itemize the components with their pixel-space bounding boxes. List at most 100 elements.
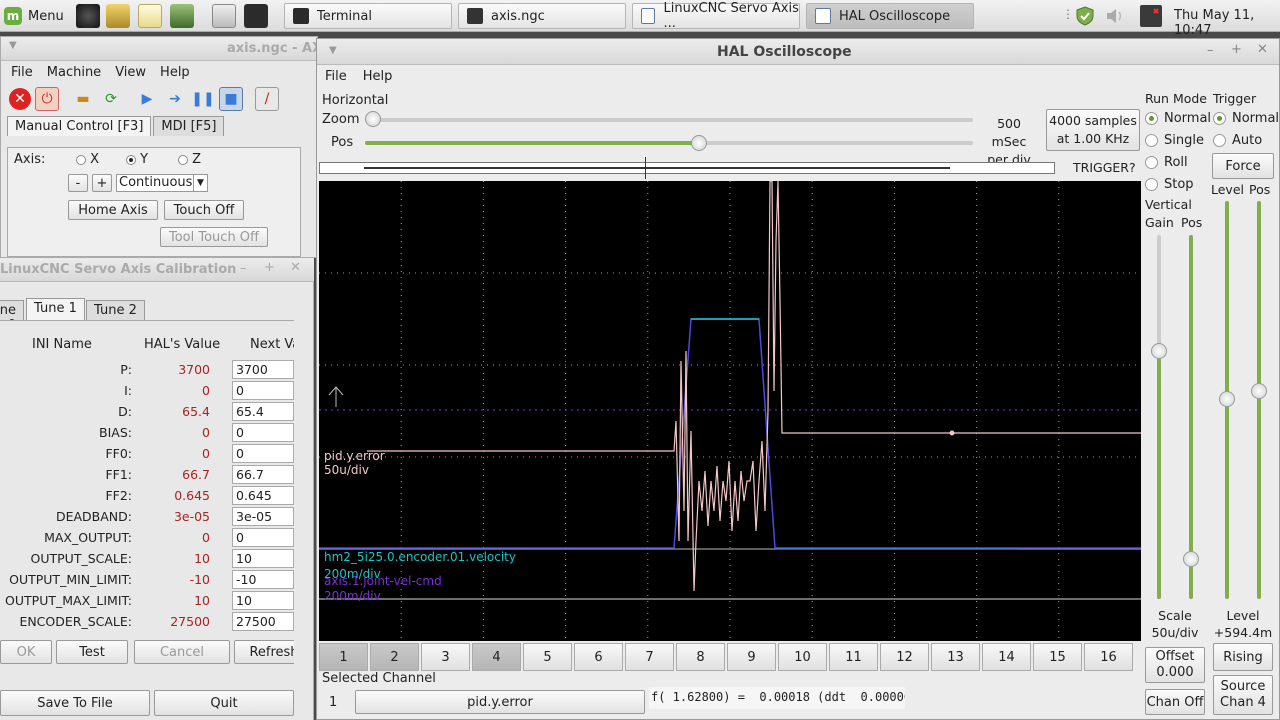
tab-tune-0[interactable]: Tune 0 xyxy=(0,300,24,320)
clock[interactable]: Thu May 11, 10:47 xyxy=(1174,8,1280,38)
task-terminal[interactable]: Terminal xyxy=(284,3,452,29)
channel-button-13[interactable]: 13 xyxy=(931,643,980,671)
next-value-input[interactable]: 27500 xyxy=(232,612,294,631)
next-value-input[interactable]: 0 xyxy=(232,528,294,547)
task-hal-oscilloscope[interactable]: HAL Oscilloscope xyxy=(806,3,974,29)
next-value-input[interactable]: 10 xyxy=(232,549,294,568)
task-axis[interactable]: axis.ngc xyxy=(458,3,626,29)
menu-help[interactable]: Help xyxy=(363,69,393,84)
quit-button[interactable]: Quit xyxy=(154,690,294,716)
touch-off-button[interactable]: Touch Off xyxy=(164,200,244,220)
trigger-pos-slider[interactable] xyxy=(1251,201,1267,599)
channel-button-16[interactable]: 16 xyxy=(1084,643,1133,671)
channel-button-11[interactable]: 11 xyxy=(829,643,878,671)
run-mode-normal[interactable]: Normal xyxy=(1145,111,1211,126)
ok-button[interactable]: OK xyxy=(0,640,52,664)
terminal-launcher-icon[interactable] xyxy=(244,4,268,28)
channel-button-8[interactable]: 8 xyxy=(676,643,725,671)
zoom-slider-handle[interactable] xyxy=(365,111,381,127)
vertical-pos-slider[interactable] xyxy=(1183,235,1199,599)
scope-plot[interactable]: pid.y.error 50u/div hm2_5i25.0.encoder.0… xyxy=(319,181,1141,641)
menu-view[interactable]: View xyxy=(115,65,146,80)
volume-icon[interactable] xyxy=(1104,5,1126,27)
text-editor-launcher-icon[interactable] xyxy=(138,4,162,28)
refresh-button[interactable]: Refresh xyxy=(234,640,294,664)
channel-button-3[interactable]: 3 xyxy=(421,643,470,671)
menu-machine[interactable]: Machine xyxy=(47,65,101,80)
next-value-input[interactable]: 0 xyxy=(232,423,294,442)
window-menu-icon[interactable]: ▼ xyxy=(329,45,337,56)
offset-button[interactable]: Offset 0.000 xyxy=(1145,647,1205,683)
channel-button-12[interactable]: 12 xyxy=(880,643,929,671)
step-icon[interactable]: ➔ xyxy=(163,87,187,111)
next-value-input[interactable]: 10 xyxy=(232,591,294,610)
zoom-slider[interactable] xyxy=(365,111,973,127)
next-value-input[interactable]: 66.7 xyxy=(232,465,294,484)
menu-help[interactable]: Help xyxy=(160,65,190,80)
next-value-input[interactable]: 3700 xyxy=(232,360,294,379)
selected-channel-name-button[interactable]: pid.y.error xyxy=(355,690,645,714)
run-mode-stop[interactable]: Stop xyxy=(1145,177,1194,192)
channel-button-15[interactable]: 15 xyxy=(1033,643,1082,671)
axis-titlebar[interactable]: ▼ axis.ngc - AXIS xyxy=(1,37,336,61)
calibration-titlebar[interactable]: LinuxCNC Servo Axis Calibration – + ✕ xyxy=(0,258,314,282)
minimize-icon[interactable]: – xyxy=(240,261,247,276)
tray-overflow-icon[interactable]: ⋮ xyxy=(1062,7,1074,21)
cancel-button[interactable]: Cancel xyxy=(134,640,230,664)
chan-off-button[interactable]: Chan Off xyxy=(1145,689,1205,715)
pos-slider-handle[interactable] xyxy=(1183,551,1199,567)
jog-mode-select[interactable]: Continuous ▼ xyxy=(116,174,208,192)
samples-button[interactable]: 4000 samples at 1.00 KHz xyxy=(1046,109,1140,151)
machine-power-icon[interactable]: ⏻ xyxy=(35,87,59,111)
tab-mdi[interactable]: MDI [F5] xyxy=(153,116,225,136)
axis-radio-x[interactable]: X xyxy=(76,152,99,167)
vertical-gain-slider[interactable] xyxy=(1151,235,1167,599)
close-icon[interactable]: ✕ xyxy=(290,260,301,275)
tab-tune-2[interactable]: Tune 2 xyxy=(86,300,145,320)
axis-radio-y[interactable]: Y xyxy=(126,152,148,167)
close-icon[interactable]: ✕ xyxy=(1257,42,1268,57)
minimize-icon[interactable]: – xyxy=(1207,43,1214,58)
test-button[interactable]: Test xyxy=(56,640,128,664)
open-file-icon[interactable]: ▬ xyxy=(71,87,95,111)
save-to-file-button[interactable]: Save To File xyxy=(0,690,150,716)
run-mode-roll[interactable]: Roll xyxy=(1145,155,1188,170)
estop-icon[interactable]: ✕ xyxy=(9,88,31,110)
record-position-bar[interactable] xyxy=(319,157,1055,179)
run-icon[interactable]: ▶ xyxy=(135,87,159,111)
next-value-input[interactable]: 0 xyxy=(232,381,294,400)
jog-minus-button[interactable]: - xyxy=(68,174,88,192)
level-slider-handle[interactable] xyxy=(1219,391,1235,407)
channel-button-1[interactable]: 1 xyxy=(319,643,368,671)
channel-button-14[interactable]: 14 xyxy=(982,643,1031,671)
camera-launcher-icon[interactable] xyxy=(76,4,100,28)
channel-button-2[interactable]: 2 xyxy=(370,643,419,671)
files-launcher-icon[interactable] xyxy=(212,4,236,28)
gimp-launcher-icon[interactable] xyxy=(106,4,130,28)
channel-button-4[interactable]: 4 xyxy=(472,643,521,671)
pos-slider[interactable] xyxy=(365,135,973,151)
network-disconnected-icon[interactable] xyxy=(1140,5,1162,27)
next-value-input[interactable]: 3e-05 xyxy=(232,507,294,526)
channel-button-10[interactable]: 10 xyxy=(778,643,827,671)
trigger-normal[interactable]: Normal xyxy=(1213,111,1279,126)
menu-file[interactable]: File xyxy=(11,65,33,80)
pos-slider-handle[interactable] xyxy=(690,135,707,151)
trigger-auto[interactable]: Auto xyxy=(1213,133,1262,148)
force-trigger-button[interactable]: Force xyxy=(1212,153,1274,179)
task-servo-calibration[interactable]: LinuxCNC Servo Axis ... xyxy=(632,1,800,31)
maximize-icon[interactable]: + xyxy=(1231,42,1242,57)
rising-edge-button[interactable]: Rising xyxy=(1213,643,1273,671)
reload-icon[interactable]: ⟳ xyxy=(99,87,123,111)
channel-button-6[interactable]: 6 xyxy=(574,643,623,671)
jog-plus-button[interactable]: + xyxy=(92,174,112,192)
system-monitor-launcher-icon[interactable] xyxy=(170,4,194,28)
trigger-level-slider[interactable] xyxy=(1219,201,1235,599)
shield-update-icon[interactable] xyxy=(1074,5,1096,27)
axis-radio-z[interactable]: Z xyxy=(178,152,201,167)
next-value-input[interactable]: -10 xyxy=(232,570,294,589)
stop-icon[interactable]: ■ xyxy=(219,87,243,111)
pause-icon[interactable]: ❚❚ xyxy=(191,87,215,111)
channel-button-9[interactable]: 9 xyxy=(727,643,776,671)
scope-titlebar[interactable]: ▼ HAL Oscilloscope – + ✕ xyxy=(317,39,1279,65)
